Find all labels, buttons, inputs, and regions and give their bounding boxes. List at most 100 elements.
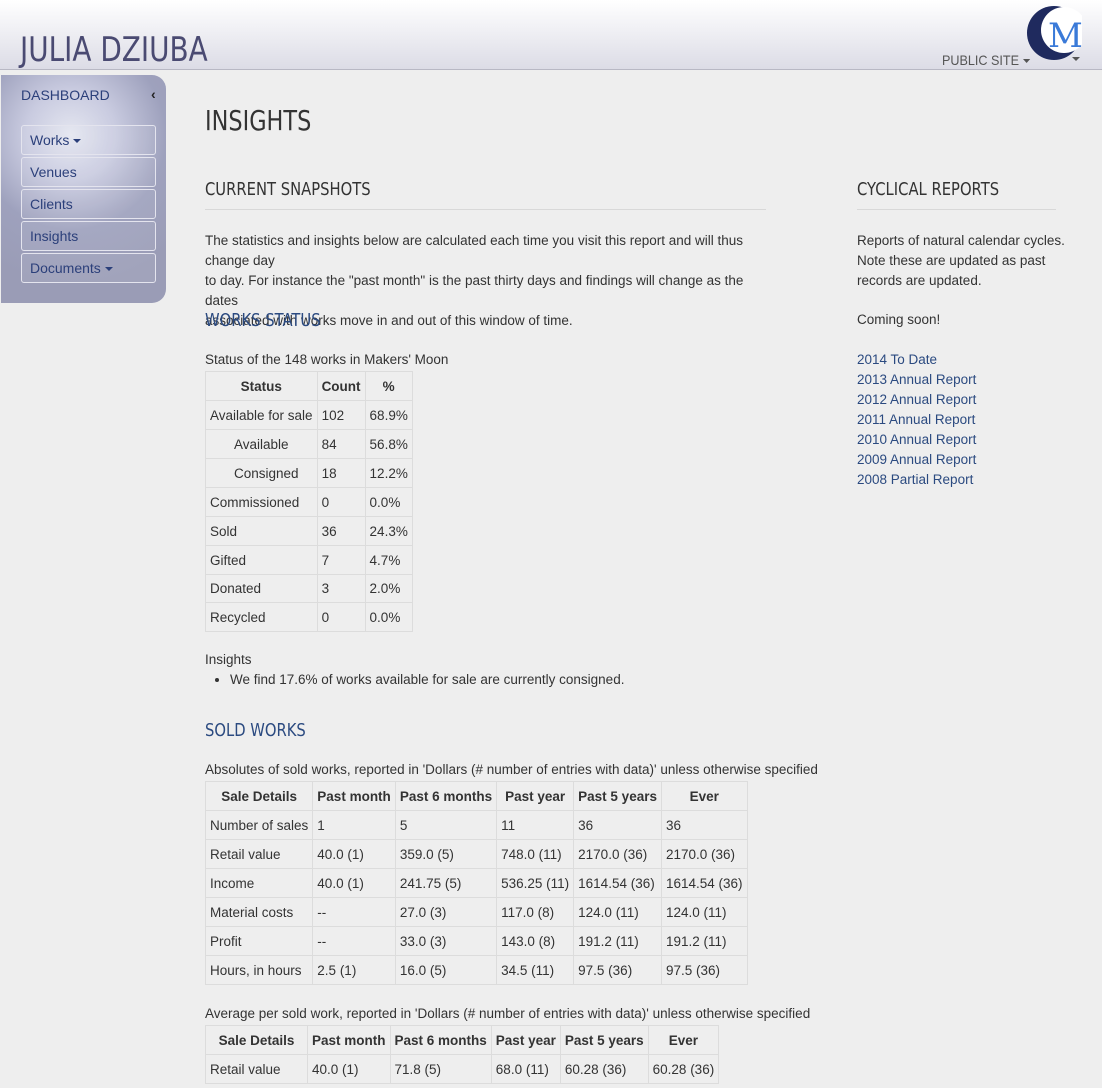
report-link[interactable]: 2008 Partial Report bbox=[857, 472, 973, 487]
intro-line: records are updated. bbox=[857, 273, 982, 288]
sidebar-item-label: Venues bbox=[30, 164, 77, 180]
table-cell: -- bbox=[312, 897, 396, 927]
column-header: Past 5 years bbox=[573, 781, 662, 811]
table-header-row: Status Count % bbox=[205, 371, 413, 401]
column-header: Past month bbox=[312, 781, 396, 811]
table-cell: Number of sales bbox=[204, 810, 314, 840]
table-cell: 536.25 (11) bbox=[496, 868, 575, 898]
table-row: Profit -- 33.0 (3) 143.0 (8) 191.2 (11) 191.2… bbox=[204, 926, 748, 956]
public-site-dropdown[interactable]: PUBLIC SITE bbox=[942, 52, 1030, 68]
insights-label: Insights bbox=[205, 652, 252, 667]
report-link[interactable]: 2014 To Date bbox=[857, 352, 937, 367]
svg-text:M: M bbox=[1048, 16, 1082, 56]
column-header: Sale Details bbox=[204, 781, 314, 811]
table-cell: 0 bbox=[316, 602, 366, 632]
intro-line: The statistics and insights below are ca… bbox=[205, 233, 744, 268]
works-status-table: Status Count % Available for sale 102 68… bbox=[205, 371, 413, 632]
public-site-label: PUBLIC SITE bbox=[942, 52, 1020, 68]
table-cell: 27.0 (3) bbox=[394, 897, 498, 927]
table-body: Retail value 40.0 (1) 71.8 (5) 68.0 (11) 60.… bbox=[205, 1054, 720, 1084]
table-cell: 24.3% bbox=[364, 516, 413, 546]
table-cell: 124.0 (11) bbox=[573, 897, 662, 927]
table-cell: 34.5 (11) bbox=[496, 955, 575, 985]
column-header: Sale Details bbox=[205, 1025, 308, 1055]
column-header: Past year bbox=[496, 781, 575, 811]
table-cell: 1614.54 (36) bbox=[660, 868, 748, 898]
table-cell: 0.0% bbox=[364, 602, 413, 632]
caret-down-icon bbox=[104, 267, 113, 272]
table-cell: -- bbox=[312, 926, 396, 956]
sidebar-item-insights[interactable]: Insights bbox=[21, 221, 156, 251]
sidebar-item-documents[interactable]: Documents bbox=[21, 253, 156, 283]
table-cell: 60.28 (36) bbox=[647, 1054, 720, 1084]
site-title[interactable]: JULIA DZIUBA bbox=[20, 30, 208, 70]
works-status-caption: Status of the 148 works in Makers' Moon bbox=[205, 352, 449, 367]
table-cell: 3 bbox=[316, 574, 366, 603]
report-link[interactable]: 2009 Annual Report bbox=[857, 452, 976, 467]
column-header: Past month bbox=[307, 1025, 391, 1055]
table-cell: 71.8 (5) bbox=[389, 1054, 492, 1084]
table-body: Number of sales 1 5 11 36 36 Retail value 40.0 … bbox=[204, 810, 748, 985]
table-row: Donated 3 2.0% bbox=[205, 574, 413, 603]
table-row: Retail value 40.0 (1) 71.8 (5) 68.0 (11) 60.… bbox=[205, 1054, 720, 1084]
column-header: Past 6 months bbox=[394, 781, 498, 811]
table-cell: 2170.0 (36) bbox=[660, 839, 748, 869]
report-link[interactable]: 2012 Annual Report bbox=[857, 392, 976, 407]
current-snapshots-heading: CURRENT SNAPSHOTS bbox=[205, 179, 371, 200]
report-link[interactable]: 2011 Annual Report bbox=[857, 412, 975, 427]
sidebar-item-works[interactable]: Works bbox=[21, 125, 156, 155]
table-cell: 124.0 (11) bbox=[660, 897, 748, 927]
makers-moon-logo-icon[interactable]: M bbox=[1026, 3, 1082, 63]
table-cell: Gifted bbox=[205, 545, 318, 575]
column-header: Past year bbox=[490, 1025, 561, 1055]
sold-works-heading: SOLD WORKS bbox=[205, 720, 306, 741]
table-cell: 102 bbox=[316, 400, 366, 430]
insights-list: We find 17.6% of works available for sal… bbox=[230, 672, 624, 687]
intro-line: Note these are updated as past bbox=[857, 253, 1046, 268]
caret-down-icon bbox=[73, 139, 82, 144]
table-cell: Consigned bbox=[205, 458, 318, 488]
table-cell: Retail value bbox=[205, 1054, 308, 1084]
column-header: Past 6 months bbox=[389, 1025, 492, 1055]
table-cell: Income bbox=[204, 868, 314, 898]
column-header: Status bbox=[205, 371, 318, 401]
table-cell: 33.0 (3) bbox=[394, 926, 498, 956]
table-cell: 97.5 (36) bbox=[660, 955, 748, 985]
sidebar-item-clients[interactable]: Clients bbox=[21, 189, 156, 219]
table-cell: 84 bbox=[316, 429, 366, 459]
sidebar-item-label: Insights bbox=[30, 228, 79, 244]
table-cell: 68.9% bbox=[364, 400, 413, 430]
table-row: Hours, in hours 2.5 (1) 16.0 (5) 34.5 (11) 9… bbox=[204, 955, 748, 985]
table-cell: 7 bbox=[316, 545, 366, 575]
table-cell: Hours, in hours bbox=[204, 955, 314, 985]
report-link[interactable]: 2013 Annual Report bbox=[857, 372, 976, 387]
sidebar-item-label: Works bbox=[30, 132, 70, 148]
report-link[interactable]: 2010 Annual Report bbox=[857, 432, 976, 447]
table-cell: 0 bbox=[316, 487, 366, 517]
cyclical-reports-heading: CYCLICAL REPORTS bbox=[857, 179, 1000, 200]
sidebar-item-venues[interactable]: Venues bbox=[21, 157, 156, 187]
table-cell: 97.5 (36) bbox=[573, 955, 662, 985]
table-cell: Material costs bbox=[204, 897, 314, 927]
sidebar-item-label: Clients bbox=[30, 196, 73, 212]
intro-line: to day. For instance the "past month" is… bbox=[205, 273, 744, 308]
table-cell: 68.0 (11) bbox=[490, 1054, 561, 1084]
table-row: Number of sales 1 5 11 36 36 bbox=[204, 810, 748, 840]
table-row: Available for sale 102 68.9% bbox=[205, 400, 413, 430]
table-cell: 117.0 (8) bbox=[496, 897, 575, 927]
table-cell: 36 bbox=[316, 516, 366, 546]
column-header: Count bbox=[316, 371, 366, 401]
sidebar: DASHBOARD ‹ Works Venues Clients Insight… bbox=[1, 75, 166, 303]
table-row: Income 40.0 (1) 241.75 (5) 536.25 (11) 1614.… bbox=[204, 868, 748, 898]
table-cell: 1614.54 (36) bbox=[573, 868, 662, 898]
table-cell: 748.0 (11) bbox=[496, 839, 575, 869]
table-cell: Recycled bbox=[205, 602, 318, 632]
table-cell: 4.7% bbox=[364, 545, 413, 575]
table-cell: 18 bbox=[316, 458, 366, 488]
chevron-left-icon[interactable]: ‹ bbox=[151, 86, 156, 102]
table-header-row: Sale Details Past month Past 6 months Pa… bbox=[204, 781, 748, 811]
logo-caret-down-icon[interactable] bbox=[1072, 57, 1080, 61]
column-header: Past 5 years bbox=[559, 1025, 649, 1055]
table-cell: 241.75 (5) bbox=[394, 868, 498, 898]
sidebar-dashboard-link[interactable]: DASHBOARD bbox=[21, 87, 110, 103]
